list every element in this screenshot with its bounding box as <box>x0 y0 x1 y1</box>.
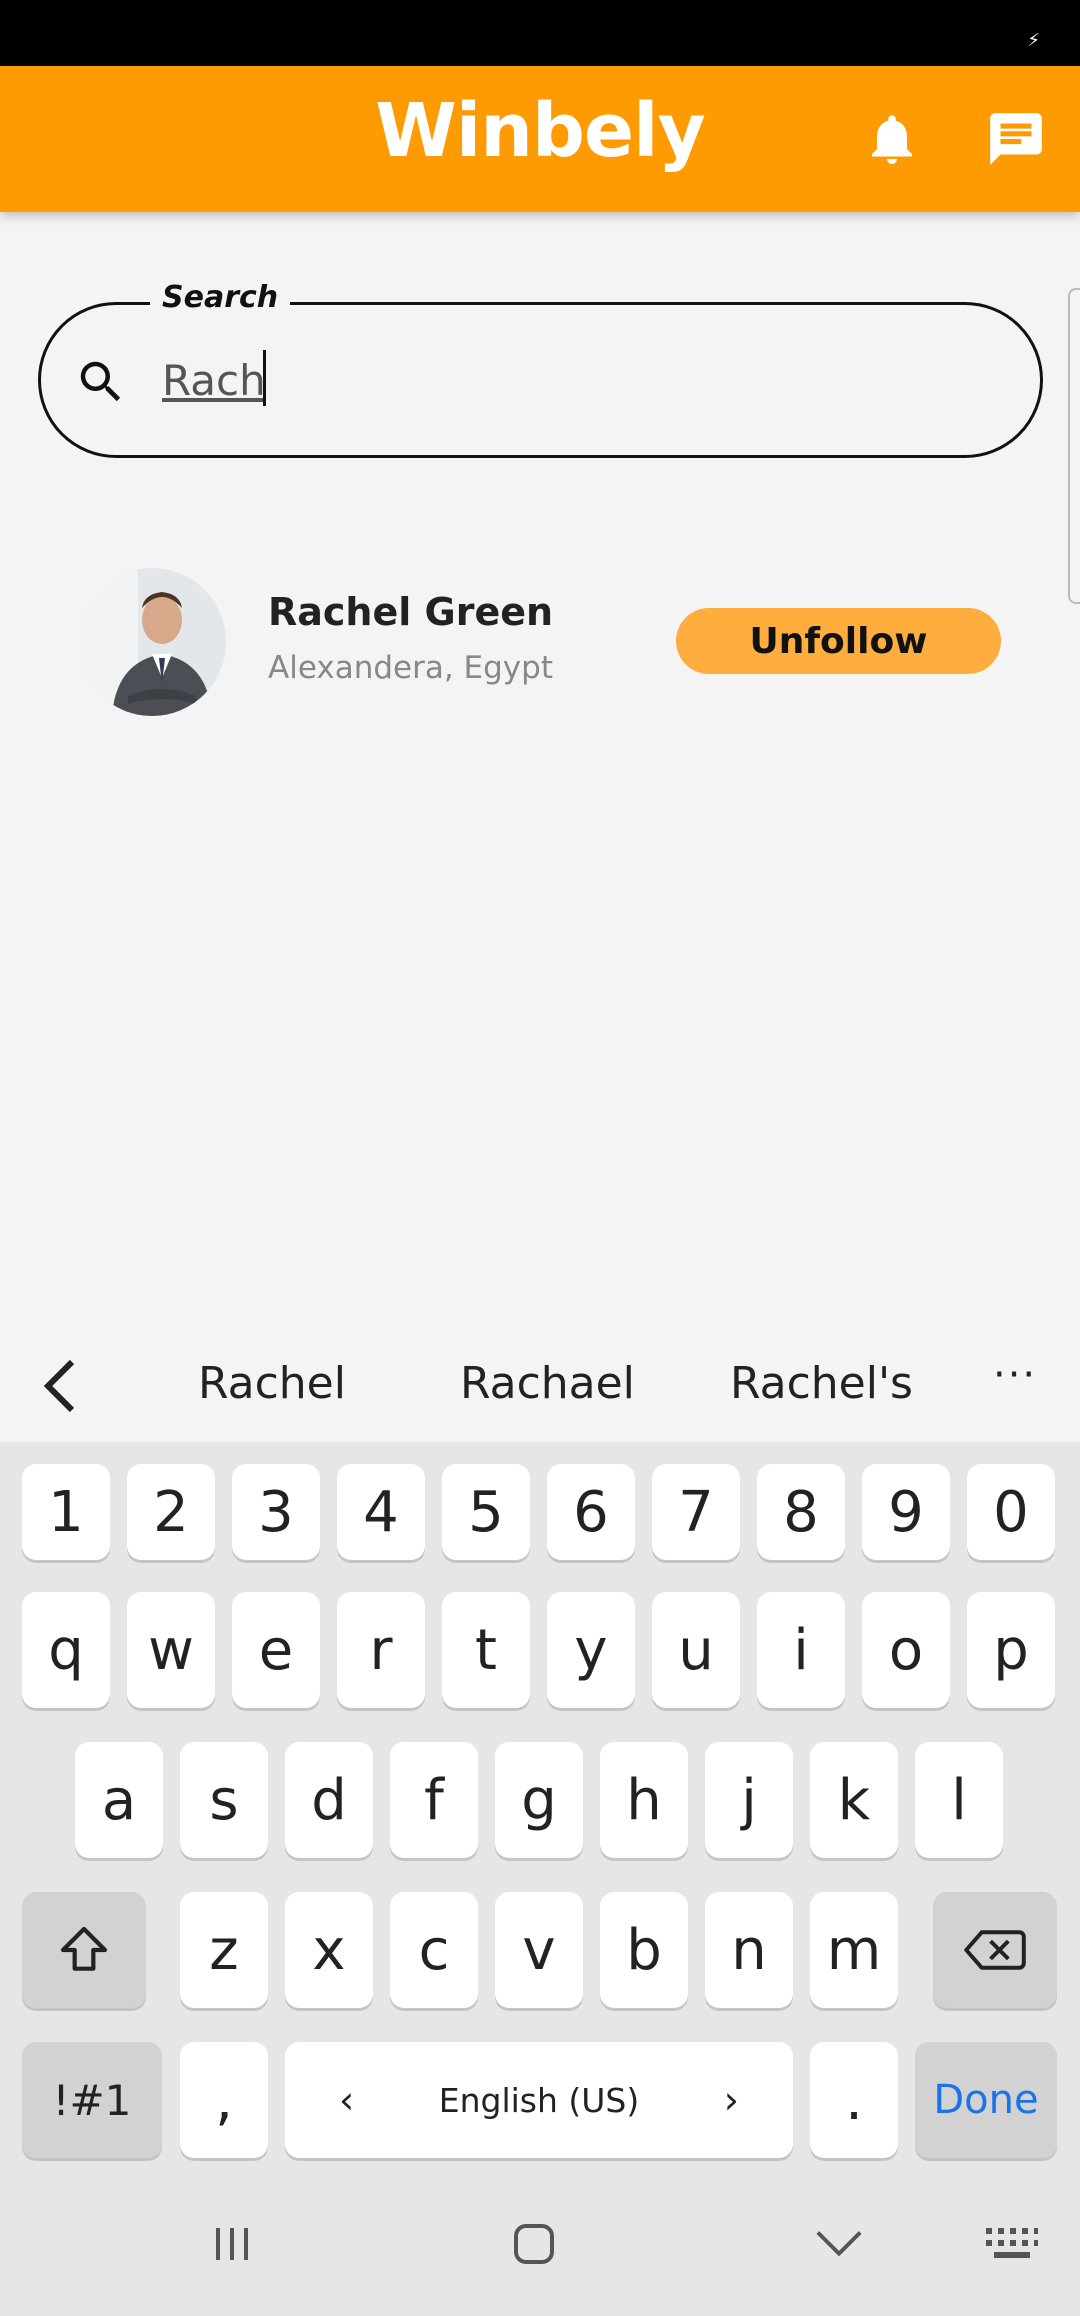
on-screen-keyboard: 1 2 3 4 5 6 7 8 9 0 q w e r t y u i o p … <box>0 1442 1080 2182</box>
app-header: Winbely <box>0 66 1080 212</box>
key-4[interactable]: 4 <box>337 1464 425 1560</box>
recent-apps-icon[interactable] <box>210 2222 254 2266</box>
key-g[interactable]: g <box>495 1742 583 1858</box>
user-location: Alexandera, Egypt <box>268 650 553 686</box>
shift-icon <box>60 1926 108 1971</box>
key-6[interactable]: 6 <box>547 1464 635 1560</box>
space-bar[interactable]: ‹ English (US) › <box>285 2042 793 2158</box>
key-r[interactable]: r <box>337 1592 425 1708</box>
avatar[interactable] <box>78 568 226 716</box>
key-n[interactable]: n <box>705 1892 793 2008</box>
key-c[interactable]: c <box>390 1892 478 2008</box>
suggestion-2[interactable]: Rachael <box>460 1358 635 1409</box>
chevron-left-icon[interactable] <box>40 1358 80 1414</box>
backspace-key[interactable] <box>933 1892 1057 2008</box>
scrollbar[interactable] <box>1068 288 1080 604</box>
key-q[interactable]: q <box>22 1592 110 1708</box>
key-1[interactable]: 1 <box>22 1464 110 1560</box>
key-9[interactable]: 9 <box>862 1464 950 1560</box>
key-j[interactable]: j <box>705 1742 793 1858</box>
text-cursor <box>263 350 266 406</box>
key-o[interactable]: o <box>862 1592 950 1708</box>
more-suggestions-icon[interactable]: ··· <box>993 1352 1037 1398</box>
status-bar: ⚡ <box>0 0 1080 66</box>
avatar-photo <box>78 568 226 716</box>
key-0[interactable]: 0 <box>967 1464 1055 1560</box>
chat-icon[interactable] <box>985 108 1047 170</box>
key-e[interactable]: e <box>232 1592 320 1708</box>
key-w[interactable]: w <box>127 1592 215 1708</box>
key-m[interactable]: m <box>810 1892 898 2008</box>
key-x[interactable]: x <box>285 1892 373 2008</box>
hide-keyboard-icon[interactable] <box>814 2226 864 2262</box>
key-b[interactable]: b <box>600 1892 688 2008</box>
done-key[interactable]: Done <box>915 2042 1057 2158</box>
user-name[interactable]: Rachel Green <box>268 590 553 634</box>
charging-icon: ⚡ <box>1027 30 1040 51</box>
suggestion-3[interactable]: Rachel's <box>730 1358 913 1409</box>
key-h[interactable]: h <box>600 1742 688 1858</box>
key-f[interactable]: f <box>390 1742 478 1858</box>
key-z[interactable]: z <box>180 1892 268 2008</box>
key-p[interactable]: p <box>967 1592 1055 1708</box>
key-v[interactable]: v <box>495 1892 583 2008</box>
unfollow-button[interactable]: Unfollow <box>676 608 1001 674</box>
key-s[interactable]: s <box>180 1742 268 1858</box>
symbols-key[interactable]: !#1 <box>22 2042 162 2158</box>
key-8[interactable]: 8 <box>757 1464 845 1560</box>
space-bar-label: English (US) <box>438 2080 640 2120</box>
user-result-row[interactable]: Rachel Green Alexandera, Egypt Unfollow <box>0 560 1080 720</box>
key-u[interactable]: u <box>652 1592 740 1708</box>
search-input[interactable] <box>162 345 982 415</box>
key-5[interactable]: 5 <box>442 1464 530 1560</box>
shift-key[interactable] <box>22 1892 146 2008</box>
chevron-right-icon: › <box>723 2078 739 2122</box>
suggestion-1[interactable]: Rachel <box>198 1358 346 1409</box>
key-l[interactable]: l <box>915 1742 1003 1858</box>
backspace-icon <box>964 1930 1026 1970</box>
search-icon <box>80 361 121 402</box>
bell-icon[interactable] <box>862 106 922 172</box>
key-y[interactable]: y <box>547 1592 635 1708</box>
key-a[interactable]: a <box>75 1742 163 1858</box>
period-key[interactable]: . <box>810 2042 898 2158</box>
home-icon[interactable] <box>512 2222 556 2266</box>
key-k[interactable]: k <box>810 1742 898 1858</box>
system-navigation-bar <box>0 2182 1080 2316</box>
chevron-left-icon: ‹ <box>339 2078 355 2122</box>
key-t[interactable]: t <box>442 1592 530 1708</box>
key-d[interactable]: d <box>285 1742 373 1858</box>
key-2[interactable]: 2 <box>127 1464 215 1560</box>
key-7[interactable]: 7 <box>652 1464 740 1560</box>
key-i[interactable]: i <box>757 1592 845 1708</box>
keyboard-suggestion-bar: Rachel Rachael Rachel's ··· <box>0 1322 1080 1442</box>
key-3[interactable]: 3 <box>232 1464 320 1560</box>
keyboard-icon[interactable] <box>984 2226 1040 2262</box>
comma-key[interactable]: , <box>180 2042 268 2158</box>
search-label: Search <box>150 280 291 315</box>
